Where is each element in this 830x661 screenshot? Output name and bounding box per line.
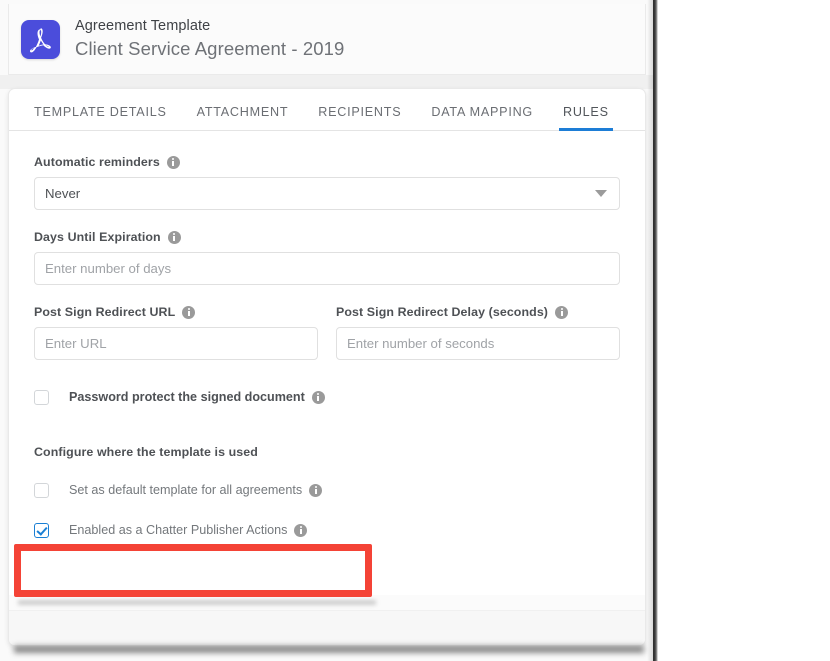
post-sign-redirect-url-label: Post Sign Redirect URL [34, 305, 318, 319]
page-title: Client Service Agreement - 2019 [75, 38, 345, 59]
tab-rules[interactable]: RULES [559, 105, 613, 131]
automatic-reminders-value: Never [45, 186, 81, 201]
days-until-expiration-input[interactable]: Enter number of days [34, 252, 620, 285]
tab-attachment[interactable]: ATTACHMENT [197, 105, 289, 130]
post-sign-redirect-url-group: Post Sign Redirect URL Enter URL [34, 305, 318, 360]
redirect-settings-row: Post Sign Redirect URL Enter URL Post Si… [34, 305, 620, 360]
header-kicker: Agreement Template [75, 18, 211, 34]
set-default-template-label: Set as default template for all agreemen… [69, 483, 323, 497]
info-icon[interactable] [166, 155, 180, 169]
post-sign-redirect-url-label-text: Post Sign Redirect URL [34, 305, 176, 319]
post-sign-redirect-delay-input[interactable]: Enter number of seconds [336, 327, 620, 360]
post-sign-redirect-url-input[interactable]: Enter URL [34, 327, 318, 360]
card-footer [9, 610, 645, 645]
rules-content-card: TEMPLATE DETAILS ATTACHMENT RECIPIENTS D… [8, 88, 646, 646]
header-separator-band [0, 75, 654, 89]
set-default-template-row[interactable]: Set as default template for all agreemen… [34, 480, 620, 500]
days-until-expiration-label: Days Until Expiration [34, 230, 620, 244]
chatter-publisher-row[interactable]: Enabled as a Chatter Publisher Actions [34, 520, 620, 540]
days-until-expiration-label-text: Days Until Expiration [34, 230, 161, 244]
set-default-template-checkbox[interactable] [34, 482, 49, 498]
chatter-publisher-label: Enabled as a Chatter Publisher Actions [69, 523, 308, 537]
automatic-reminders-label-text: Automatic reminders [34, 155, 160, 169]
info-icon[interactable] [309, 483, 323, 497]
app-viewport: Agreement Template Client Service Agreem… [0, 0, 654, 661]
info-icon[interactable] [555, 305, 569, 319]
agreement-template-header: Agreement Template Client Service Agreem… [8, 4, 646, 75]
tab-recipients[interactable]: RECIPIENTS [318, 105, 401, 130]
info-icon[interactable] [311, 390, 325, 404]
info-icon[interactable] [182, 305, 196, 319]
tab-template-details[interactable]: TEMPLATE DETAILS [34, 105, 167, 130]
password-protect-label: Password protect the signed document [69, 390, 325, 404]
tab-bar: TEMPLATE DETAILS ATTACHMENT RECIPIENTS D… [9, 89, 645, 131]
window-right-edge [653, 0, 658, 661]
automatic-reminders-label: Automatic reminders [34, 155, 620, 169]
set-default-template-label-text: Set as default template for all agreemen… [69, 483, 303, 497]
automatic-reminders-select[interactable]: Never [34, 177, 620, 210]
password-protect-checkbox[interactable] [34, 389, 49, 405]
chevron-down-icon [595, 190, 607, 197]
highlight-shadow [18, 600, 376, 605]
post-sign-redirect-delay-group: Post Sign Redirect Delay (seconds) Enter… [336, 305, 620, 360]
chatter-publisher-label-text: Enabled as a Chatter Publisher Actions [69, 523, 288, 537]
post-sign-redirect-delay-label-text: Post Sign Redirect Delay (seconds) [336, 305, 549, 319]
post-sign-redirect-delay-label: Post Sign Redirect Delay (seconds) [336, 305, 620, 319]
configure-section-title: Configure where the template is used [34, 445, 258, 459]
card-drop-shadow [14, 646, 644, 653]
chatter-publisher-checkbox[interactable] [34, 522, 49, 538]
rules-form: Automatic reminders Never Days Until Exp… [9, 131, 645, 540]
password-protect-label-text: Password protect the signed document [69, 390, 305, 404]
tab-data-mapping[interactable]: DATA MAPPING [431, 105, 533, 130]
header-text-group: Agreement Template Client Service Agreem… [75, 17, 344, 61]
pdf-document-icon [21, 19, 60, 59]
info-icon[interactable] [294, 523, 308, 537]
info-icon[interactable] [167, 230, 181, 244]
password-protect-row[interactable]: Password protect the signed document [34, 387, 620, 407]
